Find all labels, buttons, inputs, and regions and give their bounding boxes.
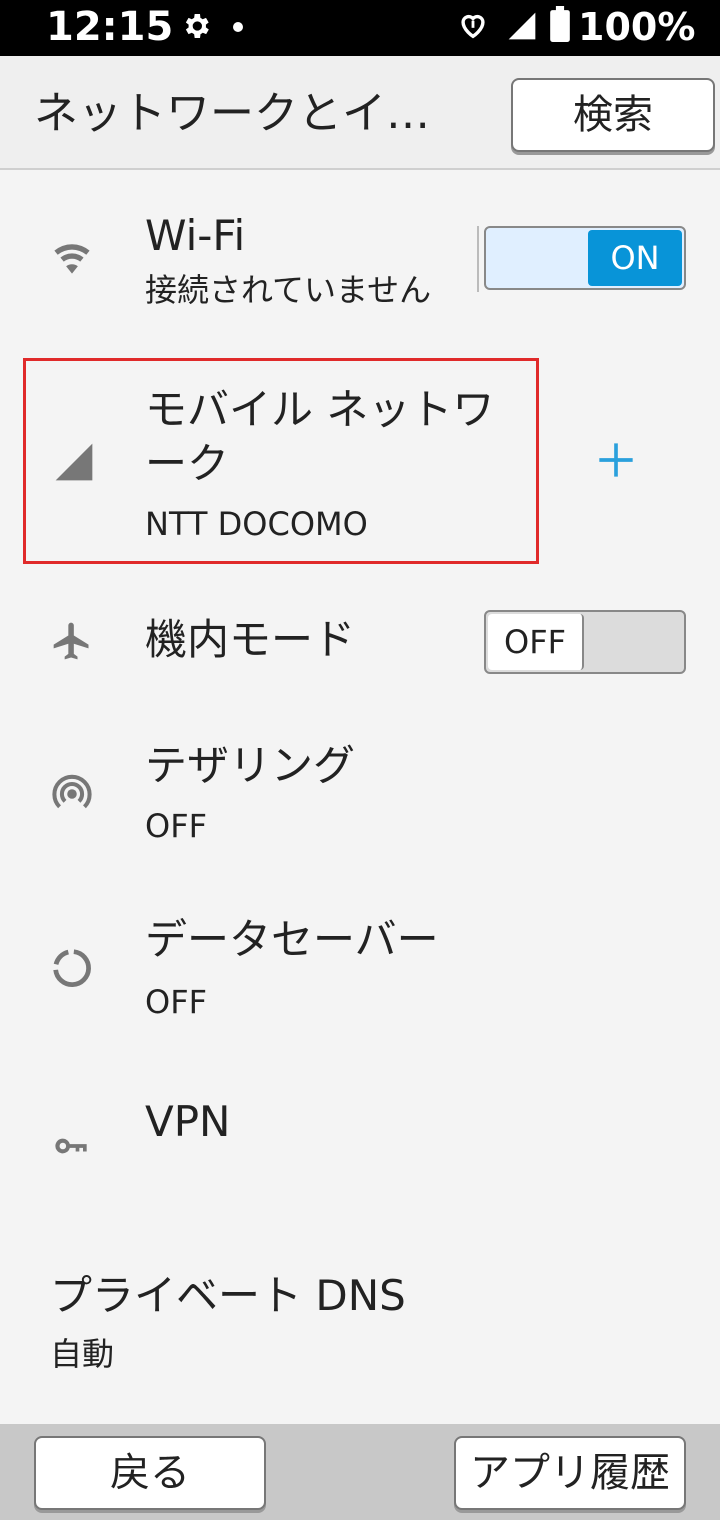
wifi-status: 接続されていません [145, 271, 432, 309]
wifi-title: Wi-Fi [145, 211, 246, 260]
bottom-navigation-bar: 戻る アプリ履歴 [0, 1424, 720, 1520]
private-dns-status: 自動 [50, 1335, 115, 1373]
app-bar: ネットワークとイ… 検索 [0, 56, 720, 170]
tethering-status: OFF [145, 807, 207, 845]
wifi-toggle[interactable]: ON [484, 226, 686, 290]
airplane-mode-title: 機内モード [145, 615, 356, 664]
key-icon [55, 1138, 87, 1154]
search-button[interactable]: 検索 [511, 78, 715, 152]
data-saver-title: データセーバー [145, 915, 439, 964]
vpn-title: VPN [145, 1097, 231, 1146]
tethering-setting-row[interactable]: テザリング OFF [0, 726, 720, 856]
tethering-title: テザリング [145, 741, 356, 790]
vpn-setting-row[interactable]: VPN [0, 1080, 720, 1200]
battery-icon [550, 6, 570, 42]
notification-dot-icon [233, 22, 243, 32]
battery-percentage: 100% [578, 5, 696, 49]
wifi-toggle-label: ON [588, 230, 682, 286]
cell-signal-icon [508, 12, 536, 40]
data-saver-setting-row[interactable]: データセーバー OFF [0, 898, 720, 1028]
airplane-mode-toggle-label: OFF [488, 614, 584, 670]
heart-signal-icon [461, 14, 485, 39]
back-button[interactable]: 戻る [34, 1436, 266, 1510]
status-bar: 12:15 100% [0, 0, 720, 56]
page-title: ネットワークとイ… [34, 88, 430, 139]
airplane-mode-setting-row[interactable]: 機内モード OFF [0, 586, 720, 696]
data-saver-status: OFF [145, 983, 207, 1021]
hotspot-icon [52, 774, 92, 809]
airplane-icon [53, 622, 89, 660]
wifi-setting-row[interactable]: Wi-Fi 接続されていません ON [0, 200, 720, 320]
private-dns-title: プライベート DNS [50, 1271, 406, 1320]
airplane-mode-toggle[interactable]: OFF [484, 610, 686, 674]
private-dns-setting-row[interactable]: プライベート DNS 自動 [0, 1256, 720, 1386]
status-time: 12:15 [46, 4, 174, 50]
wifi-icon [54, 244, 90, 274]
data-saver-icon [53, 949, 91, 987]
plus-icon[interactable] [596, 440, 636, 480]
settings-gear-icon [185, 14, 209, 38]
app-history-button[interactable]: アプリ履歴 [454, 1436, 686, 1510]
selection-highlight [23, 358, 539, 564]
divider [477, 226, 479, 292]
